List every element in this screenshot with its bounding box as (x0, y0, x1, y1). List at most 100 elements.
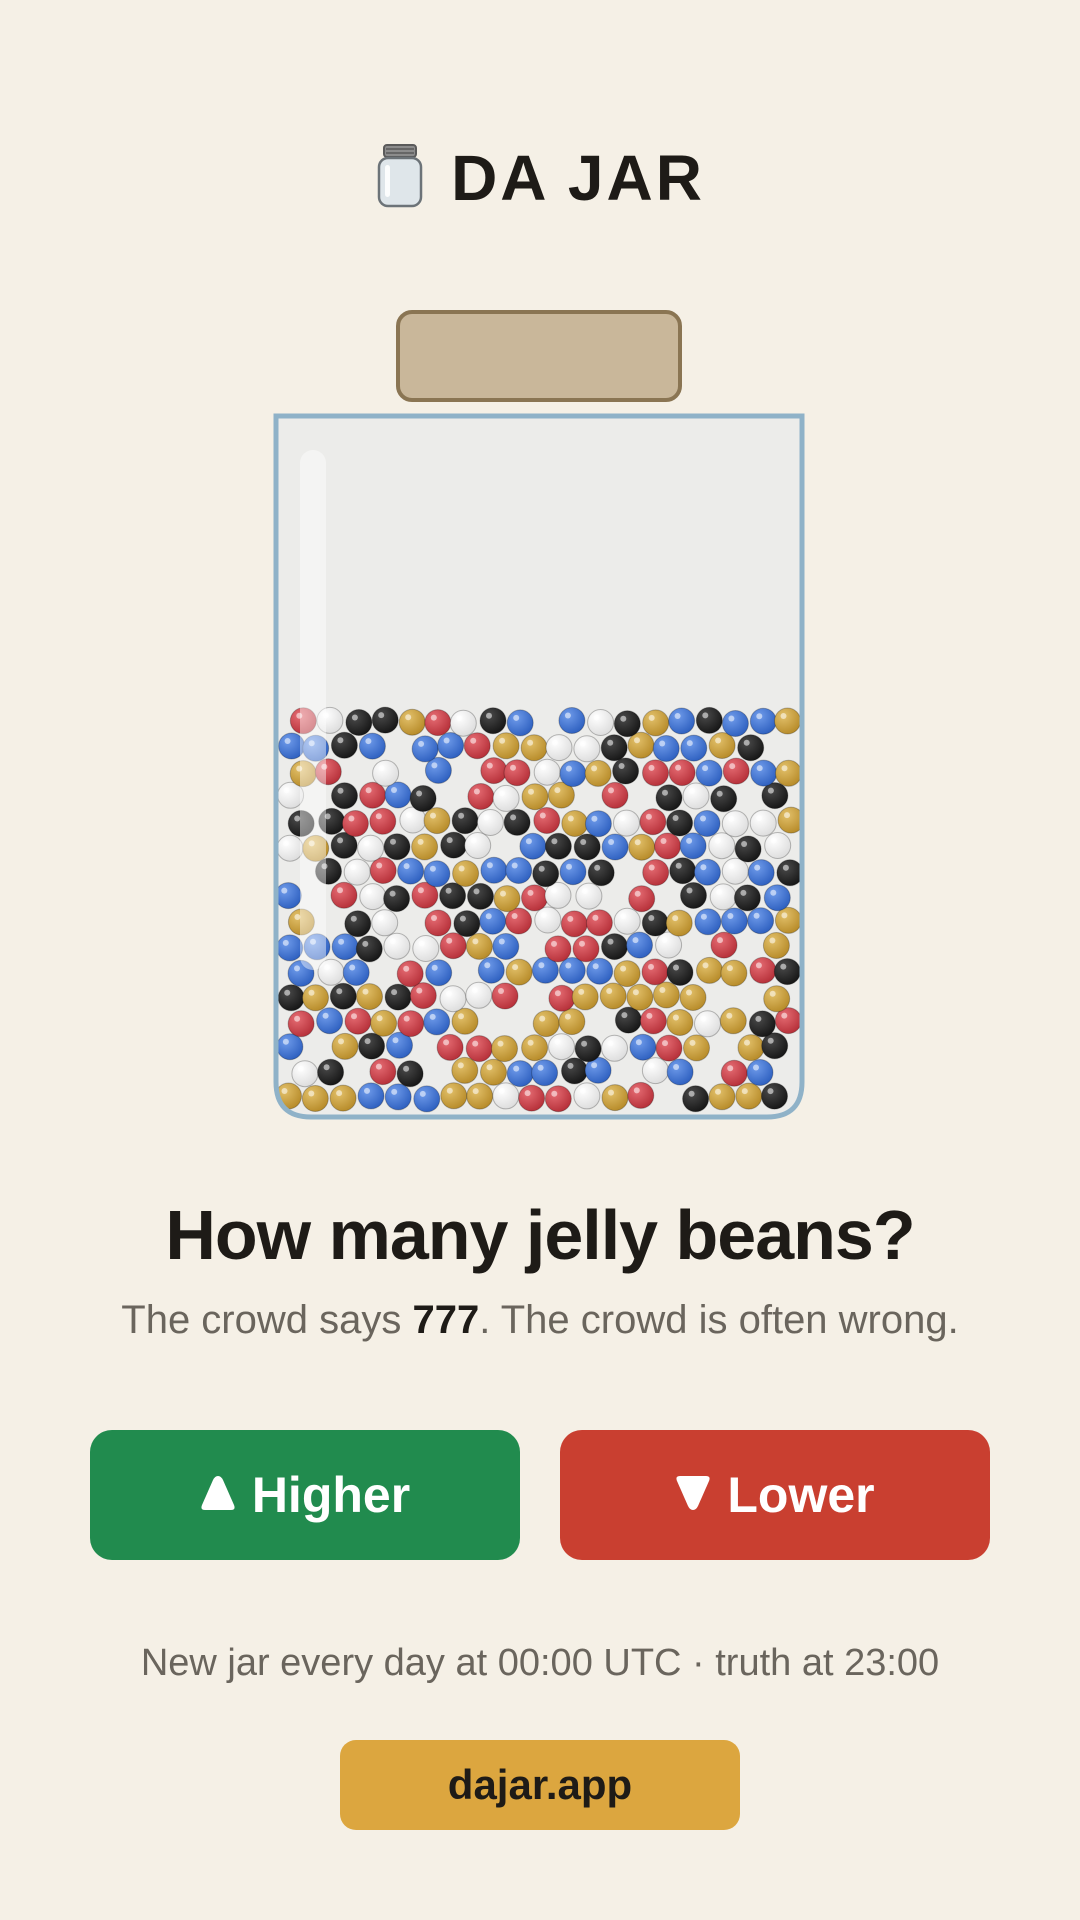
jelly-bean-shine (403, 863, 410, 870)
jelly-bean (411, 735, 439, 763)
jelly-bean (572, 935, 600, 963)
jelly-bean (641, 909, 669, 937)
jelly-bean-shine (281, 887, 288, 894)
jelly-bean (762, 932, 790, 959)
jelly-bean-shine (580, 839, 587, 845)
jelly-bean-shine (308, 989, 315, 996)
jelly-bean (411, 833, 439, 861)
jelly-bean (737, 1034, 765, 1062)
jelly-bean (518, 1084, 546, 1112)
jelly-bean (439, 882, 467, 910)
jelly-bean (722, 757, 750, 785)
jelly-bean-shine (767, 1088, 774, 1095)
jelly-bean-shine (662, 789, 668, 796)
jelly-bean (329, 982, 357, 1010)
jelly-bean-shine (429, 1013, 436, 1020)
jelly-bean (721, 810, 749, 838)
jelly-bean-shine (688, 1090, 695, 1097)
up-triangle-icon (200, 1466, 236, 1524)
jelly-bean-shine (403, 1015, 410, 1022)
jelly-bean-shine (551, 1090, 558, 1097)
site-link-button[interactable]: dajar.app (340, 1740, 740, 1830)
jelly-bean-shine (740, 889, 747, 896)
jelly-bean-shine (456, 715, 463, 722)
jelly-bean-shine (674, 713, 681, 719)
schedule-note: New jar every day at 00:00 UTC · truth a… (140, 1642, 940, 1684)
jelly-bean-shine (659, 987, 666, 993)
jelly-bean (679, 984, 707, 1011)
jelly-bean (708, 732, 736, 759)
jelly-bean (451, 1056, 479, 1084)
jelly-bean-shine (581, 1040, 588, 1047)
jelly-bean (737, 734, 765, 762)
jelly-bean (330, 881, 358, 909)
higher-button[interactable]: Higher (90, 1430, 520, 1560)
jelly-bean-shine (470, 837, 477, 844)
jelly-bean-shine (378, 712, 385, 719)
jelly-bean-shine (282, 939, 289, 946)
jelly-bean (383, 833, 411, 861)
jelly-bean (544, 832, 572, 860)
jelly-bean-shine (702, 765, 709, 772)
question-heading: How many jelly beans? (165, 1196, 915, 1274)
jelly-bean (344, 910, 372, 938)
jelly-bean-shine (645, 813, 652, 820)
jelly-bean (465, 981, 493, 1009)
jelly-bean-shine (619, 815, 626, 822)
jelly-bean (560, 910, 588, 938)
jelly-bean-shine (659, 740, 666, 747)
jelly-bean-shine (675, 764, 682, 771)
jelly-bean-shine (297, 1065, 304, 1072)
jelly-bean (641, 958, 669, 986)
jelly-bean (747, 859, 775, 887)
jelly-bean-shine (661, 937, 668, 943)
jelly-bean (356, 983, 383, 1011)
jelly-bean (601, 781, 629, 809)
jelly-bean (587, 859, 615, 887)
jelly-bean (480, 1058, 507, 1086)
jelly-bean (397, 857, 425, 885)
jelly-bean (505, 958, 533, 986)
jelly-bean (439, 932, 467, 960)
jelly-bean (720, 1059, 748, 1087)
jelly-bean (709, 883, 737, 911)
jelly-bean-shine (446, 837, 453, 844)
jelly-bean-shine (594, 864, 601, 871)
jelly-bean-shine (362, 940, 369, 947)
jelly-bean (749, 956, 777, 984)
jelly-bean (369, 807, 397, 835)
jelly-bean-shine (538, 962, 545, 969)
jelly-bean-shine (498, 938, 505, 945)
jelly-bean (571, 983, 599, 1011)
page: DA JAR How many jelly beans? The crowd s… (0, 0, 1080, 1920)
jelly-bean (413, 1085, 441, 1113)
jelly-bean (669, 857, 697, 885)
jelly-bean (561, 1057, 588, 1085)
jelly-bean (642, 759, 669, 787)
jelly-bean-shine (336, 1090, 343, 1097)
jelly-bean (506, 709, 534, 737)
jelly-bean (694, 1010, 721, 1038)
jelly-bean-shine (767, 787, 774, 794)
jelly-bean-shine (702, 962, 709, 969)
jelly-bean-shine (782, 864, 789, 871)
jelly-bean (479, 907, 507, 935)
jelly-bean-shine (607, 739, 614, 746)
jelly-bean-shine (648, 1062, 655, 1069)
jelly-bean-shine (430, 812, 436, 819)
jelly-bean (358, 732, 386, 760)
jelly-bean-shine (689, 788, 695, 794)
jelly-bean (291, 1060, 319, 1088)
lower-button[interactable]: Lower (560, 1430, 990, 1560)
jelly-bean (774, 906, 802, 934)
jelly-bean (369, 857, 397, 884)
jelly-bean (558, 707, 586, 734)
jelly-bean-shine (458, 865, 465, 872)
jelly-bean (531, 1059, 559, 1087)
jelly-bean (613, 960, 641, 988)
header: DA JAR (0, 140, 1080, 216)
jelly-bean-shine (499, 790, 506, 797)
jelly-bean (533, 758, 561, 786)
jelly-bean-shine (443, 737, 450, 744)
jelly-bean-shine (753, 912, 760, 919)
